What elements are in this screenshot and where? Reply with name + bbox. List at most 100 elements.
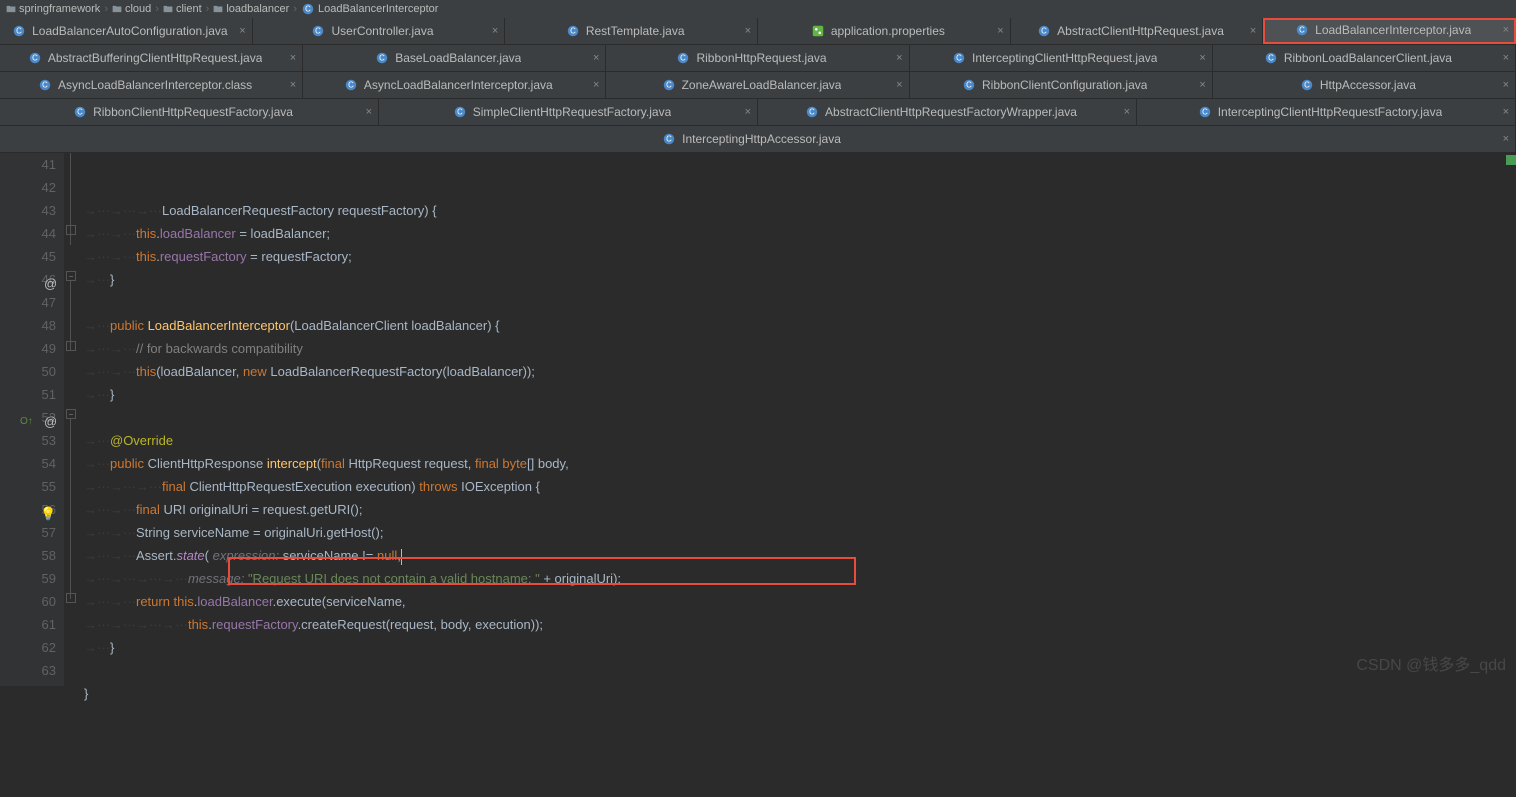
close-tab-icon[interactable]: × xyxy=(896,79,902,91)
class-icon: C xyxy=(28,51,42,65)
class-icon: C xyxy=(1198,105,1212,119)
code-line[interactable] xyxy=(84,705,1516,728)
editor-tab[interactable]: CUserController.java× xyxy=(253,18,506,44)
close-tab-icon[interactable]: × xyxy=(1199,52,1205,64)
close-tab-icon[interactable]: × xyxy=(492,25,498,37)
code-line[interactable]: →···public ClientHttpResponse intercept(… xyxy=(84,452,1516,475)
fold-start-icon[interactable]: − xyxy=(66,271,76,281)
editor-tab[interactable]: CAsyncLoadBalancerInterceptor.class× xyxy=(0,72,303,98)
close-tab-icon[interactable]: × xyxy=(745,25,751,37)
editor-tab[interactable]: CHttpAccessor.java× xyxy=(1213,72,1516,98)
breadcrumb-item[interactable]: client xyxy=(163,3,202,15)
close-tab-icon[interactable]: × xyxy=(1124,106,1130,118)
fold-end-icon[interactable] xyxy=(66,225,76,235)
fold-end-icon[interactable] xyxy=(66,341,76,351)
code-line[interactable]: →···→···→···LoadBalancerRequestFactory r… xyxy=(84,199,1516,222)
code-line[interactable] xyxy=(84,291,1516,314)
close-tab-icon[interactable]: × xyxy=(1503,24,1509,36)
fold-column: − − xyxy=(64,153,80,686)
code-line[interactable]: →···} xyxy=(84,268,1516,291)
code-line[interactable]: →···→···final URI originalUri = request.… xyxy=(84,498,1516,521)
code-line[interactable]: →···} xyxy=(84,383,1516,406)
code-line[interactable]: →···→···→···final ClientHttpRequestExecu… xyxy=(84,475,1516,498)
code-line[interactable]: →···} xyxy=(84,636,1516,659)
folder-icon xyxy=(6,4,16,14)
class-icon: C xyxy=(805,105,819,119)
code-line[interactable]: →···→···// for backwards compatibility xyxy=(84,337,1516,360)
code-line[interactable] xyxy=(84,659,1516,682)
editor-tab[interactable]: application.properties× xyxy=(758,18,1011,44)
code-line[interactable]: →···→···Assert.state( expression: servic… xyxy=(84,544,1516,567)
folder-icon xyxy=(213,4,223,14)
class-icon: C xyxy=(1037,24,1051,38)
class-icon: C xyxy=(1264,51,1278,65)
breadcrumb-item[interactable]: loadbalancer xyxy=(213,3,289,15)
editor-tab[interactable]: CLoadBalancerInterceptor.java× xyxy=(1263,18,1516,44)
close-tab-icon[interactable]: × xyxy=(239,25,245,37)
editor-tab[interactable]: CInterceptingClientHttpRequest.java× xyxy=(910,45,1213,71)
close-tab-icon[interactable]: × xyxy=(997,25,1003,37)
editor-tab[interactable]: CAsyncLoadBalancerInterceptor.java× xyxy=(303,72,606,98)
breadcrumb-item[interactable]: springframework xyxy=(6,3,100,15)
line-gutter: 4142434445@464748495051O↑@52535455💡56575… xyxy=(0,153,64,686)
class-icon: C xyxy=(344,78,358,92)
svg-text:C: C xyxy=(1202,108,1208,117)
fold-end-icon[interactable] xyxy=(66,593,76,603)
svg-text:C: C xyxy=(1041,27,1047,36)
editor-tab[interactable]: CAbstractClientHttpRequest.java× xyxy=(1011,18,1264,44)
editor-tab[interactable]: CRibbonLoadBalancerClient.java× xyxy=(1213,45,1516,71)
close-tab-icon[interactable]: × xyxy=(1503,79,1509,91)
properties-icon xyxy=(811,24,825,38)
class-icon: C xyxy=(1300,78,1314,92)
code-line[interactable]: →···→···this.requestFactory = requestFac… xyxy=(84,245,1516,268)
editor-tab[interactable]: CRestTemplate.java× xyxy=(505,18,758,44)
code-line[interactable]: →···→···→···→···message: "Request URI do… xyxy=(84,567,1516,590)
code-line[interactable]: →···→···this(loadBalancer, new LoadBalan… xyxy=(84,360,1516,383)
code-line[interactable]: →···@Override xyxy=(84,429,1516,452)
fold-start-icon[interactable]: − xyxy=(66,409,76,419)
class-icon: C xyxy=(375,51,389,65)
close-tab-icon[interactable]: × xyxy=(1199,79,1205,91)
close-tab-icon[interactable]: × xyxy=(593,52,599,64)
close-tab-icon[interactable]: × xyxy=(1250,25,1256,37)
close-tab-icon[interactable]: × xyxy=(593,79,599,91)
code-line[interactable]: →···→···return this.loadBalancer.execute… xyxy=(84,590,1516,613)
editor-tab[interactable]: CRibbonHttpRequest.java× xyxy=(606,45,909,71)
class-icon: C xyxy=(662,132,676,146)
code-line[interactable]: } xyxy=(84,682,1516,705)
close-tab-icon[interactable]: × xyxy=(1503,52,1509,64)
breadcrumb-item[interactable]: C LoadBalancerInterceptor xyxy=(301,2,438,16)
close-tab-icon[interactable]: × xyxy=(1503,106,1509,118)
close-tab-icon[interactable]: × xyxy=(745,106,751,118)
code-line[interactable]: →···→···this.loadBalancer = loadBalancer… xyxy=(84,222,1516,245)
close-tab-icon[interactable]: × xyxy=(366,106,372,118)
close-tab-icon[interactable]: × xyxy=(290,79,296,91)
editor-tab[interactable]: CAbstractClientHttpRequestFactoryWrapper… xyxy=(758,99,1137,125)
editor-tabs: CLoadBalancerAutoConfiguration.java×CUse… xyxy=(0,18,1516,153)
inspection-strip xyxy=(1504,153,1516,686)
editor-tab[interactable]: CRibbonClientHttpRequestFactory.java× xyxy=(0,99,379,125)
class-icon: C xyxy=(311,24,325,38)
class-icon: C xyxy=(38,78,52,92)
editor-tab[interactable]: CZoneAwareLoadBalancer.java× xyxy=(606,72,909,98)
editor-tab[interactable]: CInterceptingClientHttpRequestFactory.ja… xyxy=(1137,99,1516,125)
code-line[interactable]: →···→···→···→···this.requestFactory.crea… xyxy=(84,613,1516,636)
close-tab-icon[interactable]: × xyxy=(1503,133,1509,145)
svg-text:C: C xyxy=(305,5,311,14)
close-tab-icon[interactable]: × xyxy=(896,52,902,64)
code-line[interactable]: →···public LoadBalancerInterceptor(LoadB… xyxy=(84,314,1516,337)
editor-tab[interactable]: CRibbonClientConfiguration.java× xyxy=(910,72,1213,98)
editor-tab[interactable]: CInterceptingHttpAccessor.java× xyxy=(0,126,1516,152)
editor-tab[interactable]: CAbstractBufferingClientHttpRequest.java… xyxy=(0,45,303,71)
close-tab-icon[interactable]: × xyxy=(290,52,296,64)
editor-tab[interactable]: CBaseLoadBalancer.java× xyxy=(303,45,606,71)
editor-tab[interactable]: CSimpleClientHttpRequestFactory.java× xyxy=(379,99,758,125)
editor-tab[interactable]: CLoadBalancerAutoConfiguration.java× xyxy=(0,18,253,44)
code-line[interactable]: →···→···String serviceName = originalUri… xyxy=(84,521,1516,544)
code-editor[interactable]: 4142434445@464748495051O↑@52535455💡56575… xyxy=(0,153,1516,686)
code-line[interactable] xyxy=(84,406,1516,429)
code-area[interactable]: →···→···→···LoadBalancerRequestFactory r… xyxy=(80,153,1516,686)
class-icon: C xyxy=(12,24,26,38)
breadcrumb-item[interactable]: cloud xyxy=(112,3,151,15)
svg-text:C: C xyxy=(348,81,354,90)
